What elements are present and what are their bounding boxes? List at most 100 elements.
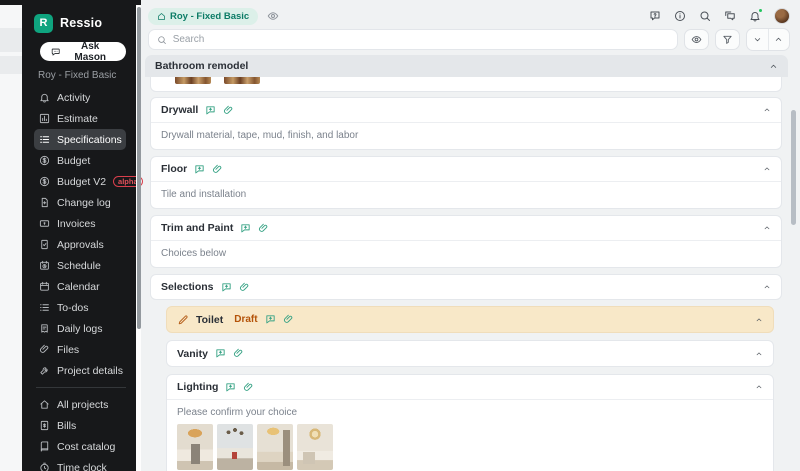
project-pill[interactable]: Roy - Fixed Basic xyxy=(148,7,259,25)
section-header-selections[interactable]: Selections xyxy=(151,275,781,299)
sidebar-item-budget-v2[interactable]: Budget V2 alpha xyxy=(34,171,143,192)
selection-row-toilet[interactable]: Toilet Draft xyxy=(166,306,774,333)
sidebar-item-bills[interactable]: Bills xyxy=(34,415,126,436)
attachment-icon[interactable] xyxy=(283,314,294,325)
attachment-icon[interactable] xyxy=(258,223,269,234)
time-clock-icon xyxy=(39,462,50,471)
info-icon[interactable] xyxy=(674,10,686,22)
group-header-bathroom-remodel[interactable]: Bathroom remodel xyxy=(145,55,788,77)
sidebar-item-approvals[interactable]: Approvals xyxy=(34,234,126,255)
sidebar-item-daily-logs[interactable]: Daily logs xyxy=(34,318,126,339)
ceiling-light-photo-4[interactable] xyxy=(297,424,333,470)
chevron-up-icon[interactable] xyxy=(755,316,763,324)
sidebar-item-change-log[interactable]: Change log xyxy=(34,192,126,213)
attachment-icon[interactable] xyxy=(239,282,250,293)
comment-add-icon[interactable] xyxy=(194,164,205,175)
attachment-icon[interactable] xyxy=(243,382,254,393)
sidebar-item-schedule[interactable]: Schedule xyxy=(34,255,126,276)
section-header[interactable]: Trim and Paint xyxy=(151,216,781,240)
search-input[interactable] xyxy=(172,34,669,45)
brand-name: Ressio xyxy=(60,16,103,30)
sidebar-item-label: Budget V2 xyxy=(57,175,107,188)
sidebar-item-label: Files xyxy=(57,343,80,356)
search-icon[interactable] xyxy=(699,10,711,22)
expand-all-button[interactable] xyxy=(747,29,768,50)
chevron-up-icon[interactable] xyxy=(763,224,771,232)
ceiling-light-photo-1[interactable] xyxy=(177,424,213,470)
preview-eye-button[interactable] xyxy=(684,29,709,50)
sidebar-item-label: Change log xyxy=(57,196,111,209)
sidebar-item-to-dos[interactable]: To-dos xyxy=(34,297,126,318)
sidebar-item-cost-catalog[interactable]: Cost catalog xyxy=(34,436,126,457)
section-card-trim-and-paint: Trim and Paint Choices below xyxy=(150,215,782,268)
background-window-strip xyxy=(0,0,22,471)
chevron-up-icon[interactable] xyxy=(755,383,763,391)
chevron-up-icon[interactable] xyxy=(755,350,763,358)
sidebar-item-specifications[interactable]: Specifications xyxy=(34,129,126,150)
cost-catalog-icon xyxy=(39,441,50,452)
sidebar-item-all-projects[interactable]: All projects xyxy=(34,394,126,415)
search-box[interactable] xyxy=(148,29,678,50)
sidebar-item-estimate[interactable]: Estimate xyxy=(34,108,126,129)
comment-add-icon[interactable] xyxy=(225,382,236,393)
selection-row-vanity[interactable]: Vanity xyxy=(166,340,774,367)
chevron-up-icon[interactable] xyxy=(763,283,771,291)
confirm-choice-text: Please confirm your choice xyxy=(177,407,298,418)
help-icon[interactable] xyxy=(649,10,661,22)
change-log-icon xyxy=(39,197,50,208)
chevron-up-icon[interactable] xyxy=(763,106,771,114)
cropped-photo-2[interactable] xyxy=(224,77,260,84)
comment-add-icon[interactable] xyxy=(221,282,232,293)
brand[interactable]: R Ressio xyxy=(34,12,136,34)
section-header[interactable]: Drywall xyxy=(151,98,781,122)
calendar-icon xyxy=(39,281,50,292)
background-band xyxy=(0,28,22,52)
sidebar-project-label: Roy - Fixed Basic xyxy=(38,70,117,81)
user-avatar[interactable] xyxy=(774,8,790,24)
filter-button[interactable] xyxy=(714,29,740,50)
selection-title: Toilet xyxy=(196,313,224,326)
section-card-drywall: Drywall Drywall material, tape, mud, fini… xyxy=(150,97,782,150)
cropped-photo-1[interactable] xyxy=(175,77,211,84)
attachment-icon[interactable] xyxy=(212,164,223,175)
invoices-icon xyxy=(39,218,50,229)
chevron-up-icon[interactable] xyxy=(763,165,771,173)
chevron-up-icon xyxy=(774,35,783,44)
main-scrollbar-thumb[interactable] xyxy=(791,110,796,225)
ask-mason-button[interactable]: Ask Mason xyxy=(40,41,126,63)
ceiling-light-photo-2[interactable] xyxy=(217,424,253,470)
sidebar-item-calendar[interactable]: Calendar xyxy=(34,276,126,297)
sidebar-item-time-clock[interactable]: Time clock xyxy=(34,457,126,471)
ressio-logo-icon: R xyxy=(34,13,53,33)
comment-add-icon[interactable] xyxy=(205,105,216,116)
notifications-icon[interactable] xyxy=(749,8,763,22)
messages-icon[interactable] xyxy=(724,10,736,22)
ceiling-light-photo-3[interactable] xyxy=(257,424,293,470)
attachment-icon[interactable] xyxy=(223,105,234,116)
sidebar-scrollbar-thumb[interactable] xyxy=(136,7,141,329)
collapse-all-button[interactable] xyxy=(767,29,789,50)
comment-add-icon[interactable] xyxy=(215,348,226,359)
bills-icon xyxy=(39,420,50,431)
sidebar-item-project-details[interactable]: Project details xyxy=(34,360,126,381)
comment-add-icon[interactable] xyxy=(240,223,251,234)
sidebar-item-label: Estimate xyxy=(57,112,98,125)
section-cards-host: Drywall Drywall material, tape, mud, fini… xyxy=(150,97,782,268)
selection-title: Vanity xyxy=(177,347,208,360)
sidebar-project-nav: Activity Estimate Specifications Budget Budg… xyxy=(34,87,143,381)
chat-bubble-icon xyxy=(51,47,60,57)
approvals-icon xyxy=(39,239,50,250)
sidebar-item-budget[interactable]: Budget xyxy=(34,150,126,171)
project-pill-label: Roy - Fixed Basic xyxy=(170,10,250,22)
all-projects-home-icon xyxy=(39,399,50,410)
section-header-lighting[interactable]: Lighting xyxy=(167,375,773,399)
sidebar-item-files[interactable]: Files xyxy=(34,339,126,360)
section-header[interactable]: Floor xyxy=(151,157,781,181)
sidebar-item-label: To-dos xyxy=(57,301,89,314)
watch-eye-icon[interactable] xyxy=(267,10,279,22)
attachment-icon[interactable] xyxy=(233,348,244,359)
sidebar-item-invoices[interactable]: Invoices xyxy=(34,213,126,234)
chevron-up-icon[interactable] xyxy=(769,62,778,71)
comment-add-icon[interactable] xyxy=(265,314,276,325)
sidebar-item-activity[interactable]: Activity xyxy=(34,87,126,108)
